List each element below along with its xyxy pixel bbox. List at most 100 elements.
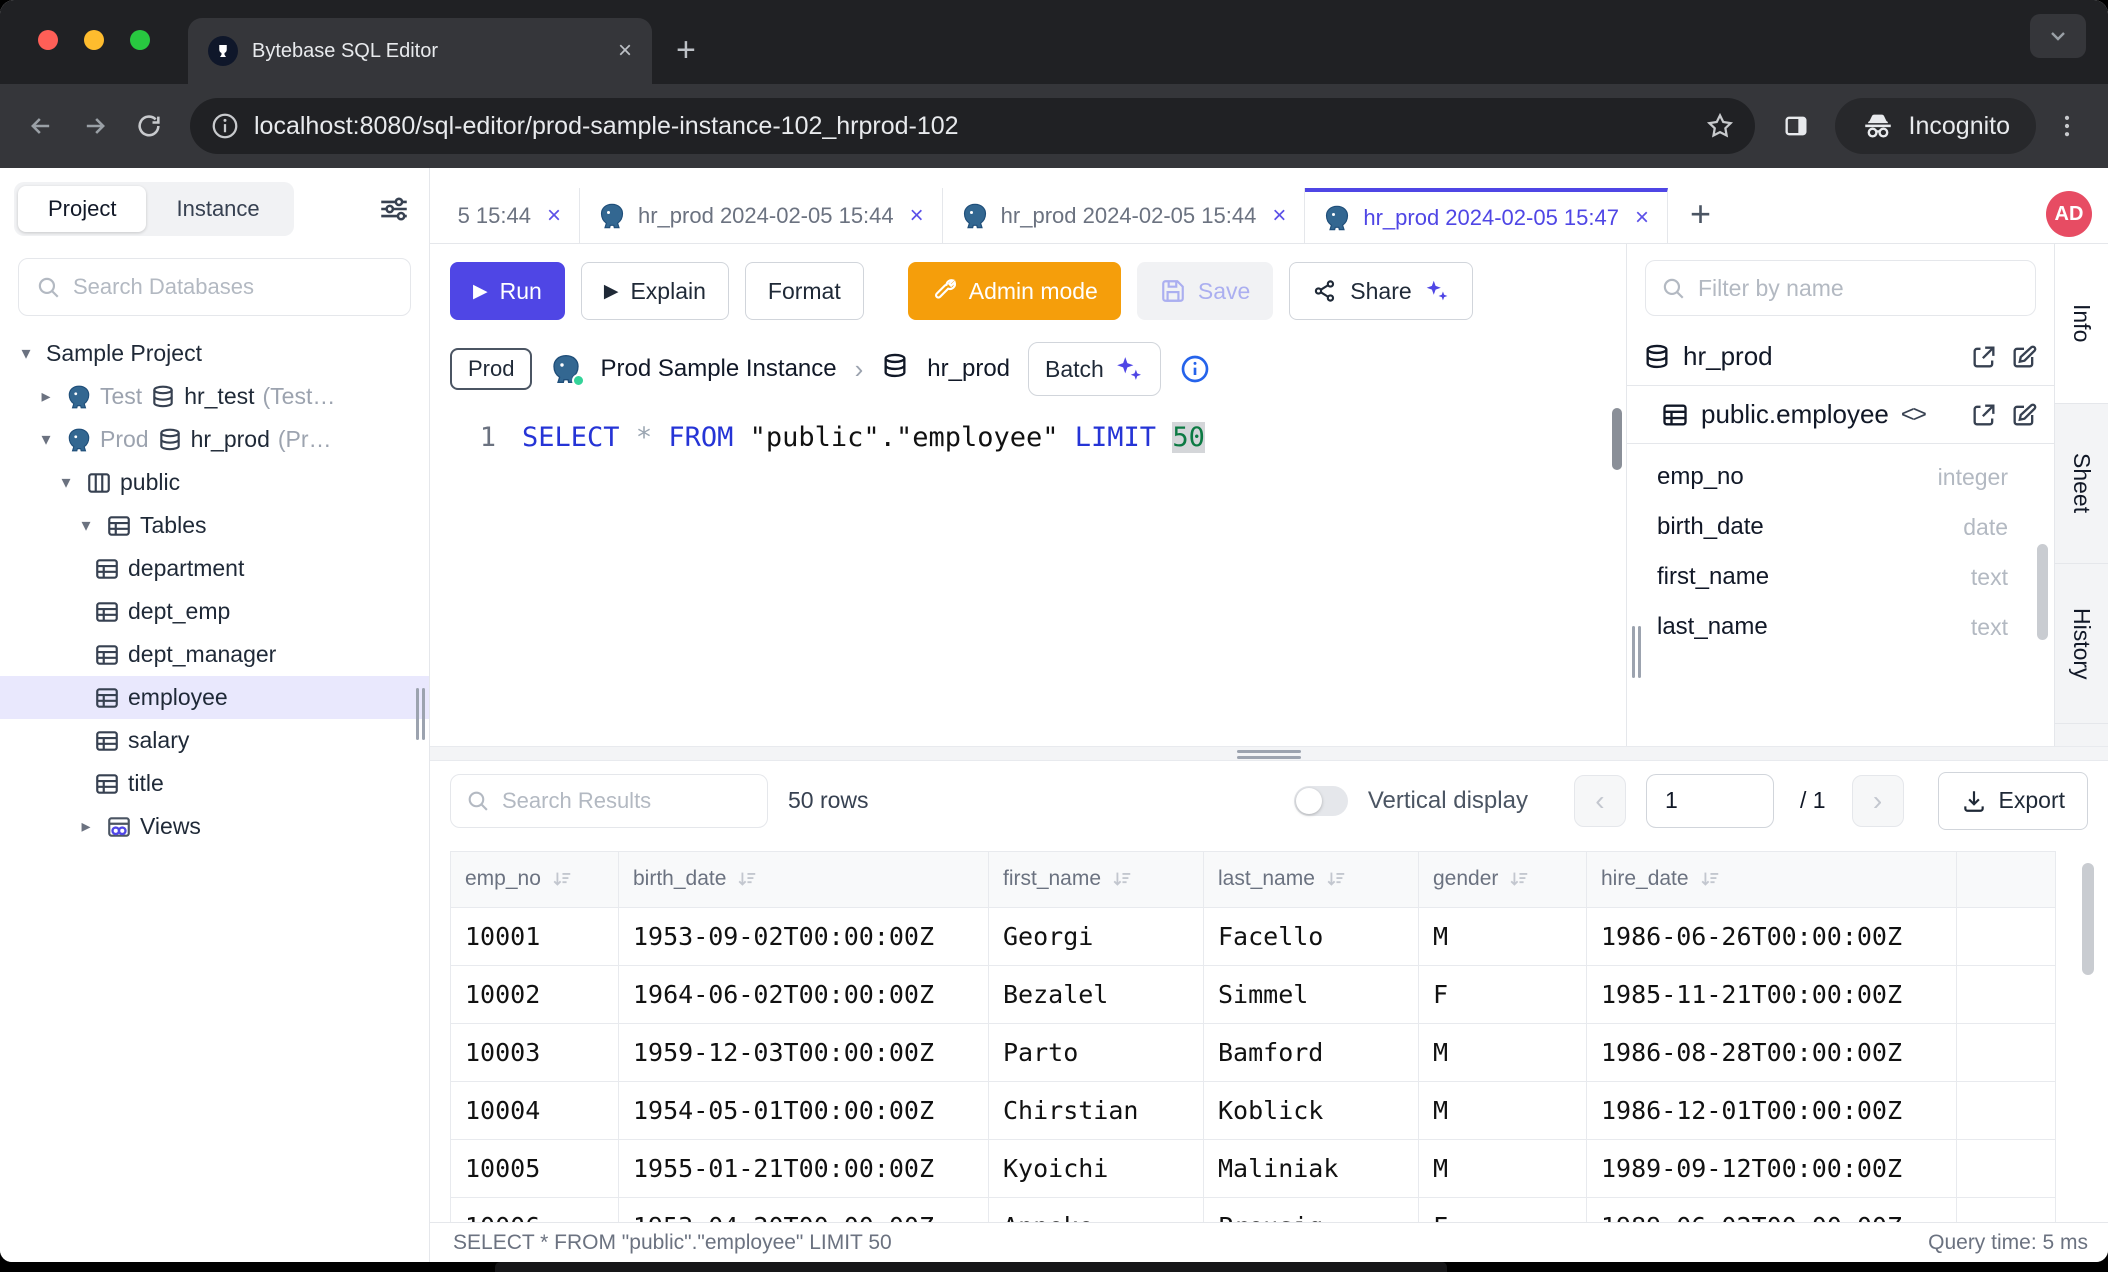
table-cell[interactable]: 1964-06-02T00:00:00Z xyxy=(619,965,989,1023)
table-cell[interactable]: F xyxy=(1419,1197,1587,1222)
table-cell[interactable]: 10004 xyxy=(451,1081,619,1139)
tree-item-hr-test[interactable]: ▸Testhr_test(Test… xyxy=(0,375,429,418)
editor-tab[interactable]: hr_prod 2024-02-05 15:47× xyxy=(1305,188,1668,243)
maximize-window-button[interactable] xyxy=(130,30,150,50)
table-cell[interactable]: 1989-06-02T00:00:00Z xyxy=(1587,1197,1957,1222)
tree-item-public[interactable]: ▾public xyxy=(0,461,429,504)
table-cell[interactable]: Parto xyxy=(989,1023,1204,1081)
schema-column-row[interactable]: first_nametext xyxy=(1627,552,2054,602)
tab-project[interactable]: Project xyxy=(18,186,146,232)
forward-button[interactable] xyxy=(72,103,118,149)
table-cell[interactable]: M xyxy=(1419,1081,1587,1139)
results-scrollbar[interactable] xyxy=(2082,863,2094,975)
table-cell[interactable]: 1985-11-21T00:00:00Z xyxy=(1587,965,1957,1023)
open-external-icon[interactable] xyxy=(1970,401,1998,429)
sql-editor[interactable]: 1 SELECT * FROM "public"."employee" LIMI… xyxy=(430,396,1626,746)
batch-button[interactable]: Batch xyxy=(1028,342,1161,396)
table-cell[interactable]: Preusig xyxy=(1204,1197,1419,1222)
caret-down-icon[interactable]: ▾ xyxy=(54,472,78,493)
url-bar[interactable]: localhost:8080/sql-editor/prod-sample-in… xyxy=(190,98,1755,154)
results-search-input[interactable] xyxy=(502,788,753,814)
table-cell[interactable]: M xyxy=(1419,1023,1587,1081)
column-header-emp_no[interactable]: emp_no xyxy=(451,851,619,907)
side-panel-icon[interactable] xyxy=(1773,103,1819,149)
table-cell[interactable]: 10003 xyxy=(451,1023,619,1081)
sidebar-resize-handle[interactable] xyxy=(416,688,426,740)
table-cell[interactable]: 1953-04-20T00:00:00Z xyxy=(619,1197,989,1222)
save-button[interactable]: Save xyxy=(1137,262,1273,320)
tree-item-sample-project[interactable]: ▾Sample Project xyxy=(0,332,429,375)
table-cell[interactable]: M xyxy=(1419,907,1587,965)
sort-icon[interactable] xyxy=(736,868,758,890)
editor-tab[interactable]: 5 15:44× xyxy=(430,188,580,243)
database-search[interactable] xyxy=(18,258,411,316)
table-cell[interactable]: 10001 xyxy=(451,907,619,965)
table-cell[interactable]: 1986-08-28T00:00:00Z xyxy=(1587,1023,1957,1081)
tree-item-department[interactable]: department xyxy=(0,547,429,590)
sort-icon[interactable] xyxy=(1325,868,1347,890)
user-avatar[interactable]: AD xyxy=(2046,191,2092,237)
bookmark-star-icon[interactable] xyxy=(1705,111,1735,141)
new-browser-tab-button[interactable]: + xyxy=(676,31,696,70)
info-icon[interactable] xyxy=(1179,353,1211,385)
new-sheet-button[interactable]: + xyxy=(1668,193,1731,243)
caret-right-icon[interactable]: ▸ xyxy=(74,816,98,837)
browser-tab-close-icon[interactable]: × xyxy=(618,39,632,63)
tree-item-salary[interactable]: salary xyxy=(0,719,429,762)
caret-down-icon[interactable]: ▾ xyxy=(34,429,58,450)
table-cell[interactable]: 1986-06-26T00:00:00Z xyxy=(1587,907,1957,965)
table-cell[interactable]: Chirstian xyxy=(989,1081,1204,1139)
export-button[interactable]: Export xyxy=(1938,772,2088,830)
next-page-button[interactable]: › xyxy=(1852,775,1904,827)
table-cell[interactable]: Kyoichi xyxy=(989,1139,1204,1197)
table-cell[interactable]: Simmel xyxy=(1204,965,1419,1023)
admin-mode-button[interactable]: Admin mode xyxy=(908,262,1121,320)
reload-button[interactable] xyxy=(126,103,172,149)
table-cell[interactable]: F xyxy=(1419,965,1587,1023)
table-cell[interactable]: 1955-01-21T00:00:00Z xyxy=(619,1139,989,1197)
sort-icon[interactable] xyxy=(551,868,573,890)
table-cell[interactable]: 1989-09-12T00:00:00Z xyxy=(1587,1139,1957,1197)
tree-item-dept-emp[interactable]: dept_emp xyxy=(0,590,429,633)
run-button[interactable]: ▶Run xyxy=(450,262,565,320)
table-cell[interactable]: M xyxy=(1419,1139,1587,1197)
tree-item-title[interactable]: title xyxy=(0,762,429,805)
column-header-gender[interactable]: gender xyxy=(1419,851,1587,907)
caret-right-icon[interactable]: ▸ xyxy=(34,386,58,407)
table-cell[interactable]: 1986-12-01T00:00:00Z xyxy=(1587,1081,1957,1139)
table-cell[interactable]: 1959-12-03T00:00:00Z xyxy=(619,1023,989,1081)
close-tab-icon[interactable]: × xyxy=(1272,202,1286,230)
editor-tab[interactable]: hr_prod 2024-02-05 15:44× xyxy=(943,188,1306,243)
tab-search-button[interactable] xyxy=(2030,14,2086,58)
table-cell[interactable]: Anneke xyxy=(989,1197,1204,1222)
ai-sparkles-icon[interactable] xyxy=(1424,278,1450,304)
rail-tab-sheet[interactable]: Sheet xyxy=(2055,404,2108,564)
database-search-input[interactable] xyxy=(73,274,394,300)
table-cell[interactable]: Koblick xyxy=(1204,1081,1419,1139)
schema-column-row[interactable]: emp_nointeger xyxy=(1627,452,2054,502)
share-button[interactable]: Share xyxy=(1289,262,1472,320)
tree-item-views[interactable]: ▸Views xyxy=(0,805,429,848)
edit-icon[interactable] xyxy=(2010,343,2038,371)
column-header-hire_date[interactable]: hire_date xyxy=(1587,851,1957,907)
table-cell[interactable]: Bamford xyxy=(1204,1023,1419,1081)
table-cell[interactable]: Georgi xyxy=(989,907,1204,965)
back-button[interactable] xyxy=(18,103,64,149)
site-info-icon[interactable] xyxy=(210,111,240,141)
tree-item-dept-manager[interactable]: dept_manager xyxy=(0,633,429,676)
explain-button[interactable]: ▶Explain xyxy=(581,262,729,320)
editor-scrollbar[interactable] xyxy=(1612,408,1622,470)
rail-tab-info[interactable]: Info xyxy=(2055,244,2108,404)
open-external-icon[interactable] xyxy=(1970,343,1998,371)
sort-icon[interactable] xyxy=(1508,868,1530,890)
page-input[interactable] xyxy=(1646,774,1774,828)
editor-tab[interactable]: hr_prod 2024-02-05 15:44× xyxy=(580,188,943,243)
edit-icon[interactable] xyxy=(2010,401,2038,429)
close-tab-icon[interactable]: × xyxy=(910,202,924,230)
column-header-birth_date[interactable]: birth_date xyxy=(619,851,989,907)
format-button[interactable]: Format xyxy=(745,262,864,320)
sort-icon[interactable] xyxy=(1699,868,1721,890)
column-header-last_name[interactable]: last_name xyxy=(1204,851,1419,907)
sort-icon[interactable] xyxy=(1111,868,1133,890)
results-splitter[interactable] xyxy=(430,746,2108,761)
